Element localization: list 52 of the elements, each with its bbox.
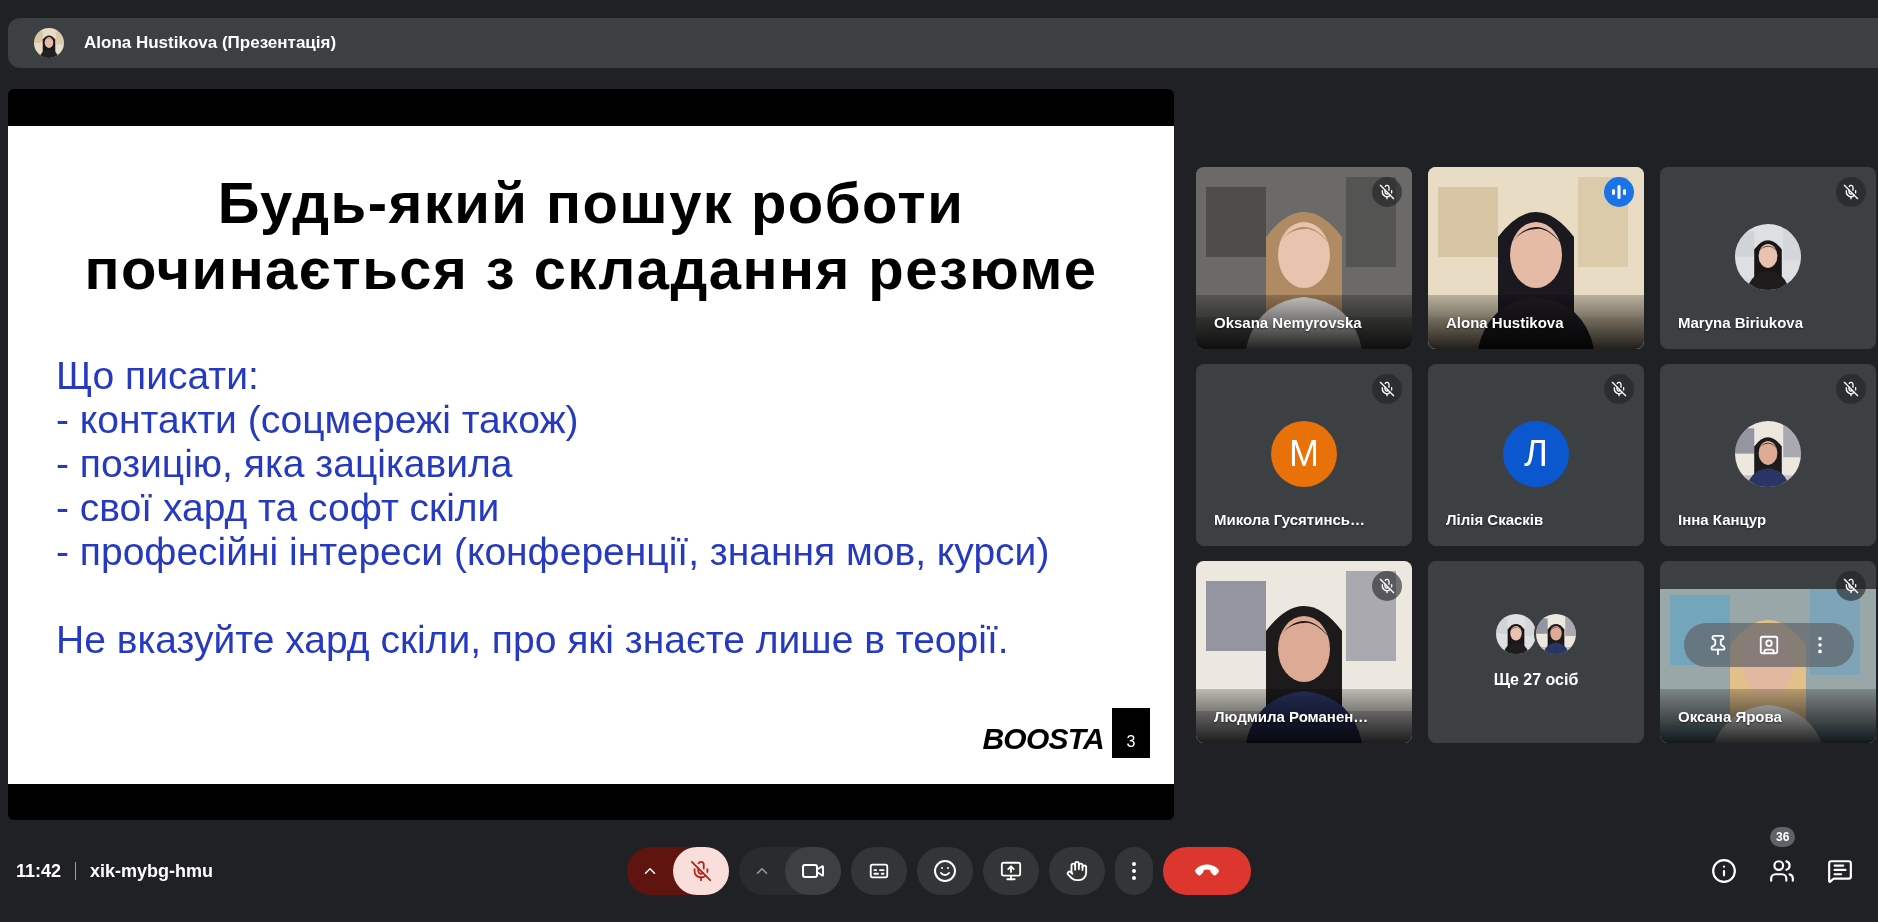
participant-name: Лілія Скасків: [1446, 510, 1544, 530]
participant-tile[interactable]: М Микола Гусятинсь…: [1196, 363, 1412, 546]
reactions-button[interactable]: [917, 847, 973, 895]
present-button[interactable]: [983, 847, 1039, 895]
chat-icon: [1827, 858, 1853, 884]
logo-text: BOOSTA: [982, 723, 1104, 754]
slide-text-line: - свої хард та софт скіли: [56, 485, 501, 530]
participant-tile[interactable]: Оксана Ярова: [1660, 560, 1876, 743]
more-options-button[interactable]: [1115, 847, 1153, 895]
participant-tile[interactable]: Л Лілія Скасків: [1428, 363, 1644, 546]
avatar-initial: Л: [1503, 420, 1569, 487]
more-icon: [1132, 862, 1136, 880]
raise-hand-button[interactable]: [1049, 847, 1105, 895]
captions-button[interactable]: [851, 847, 907, 895]
meeting-time: 11:42: [16, 859, 62, 883]
participant-name: Oksana Nemyrovska: [1214, 313, 1362, 333]
presenter-title: Alona Hustikova (Презентація): [84, 32, 337, 55]
participant-name: Людмила Романен…: [1214, 707, 1369, 727]
participant-name: Maryna Biriukova: [1678, 313, 1804, 333]
mic-off-icon: [690, 860, 712, 882]
participant-name: Інна Канцур: [1678, 510, 1767, 530]
slide-text-line: - контакти (соцмережі також): [56, 397, 580, 442]
slide-text-line: - професійні інтереси (конференції, знання мов, курси): [56, 529, 1051, 574]
smiley-icon: [933, 859, 957, 883]
slide-heading: Будь-який пошук роботи: [217, 169, 965, 236]
participant-name: Оксана Ярова: [1678, 707, 1782, 727]
participant-name: Alona Hustikova: [1446, 313, 1564, 333]
person-frame-icon[interactable]: [1758, 633, 1780, 656]
slide-text-line: Що писати:: [56, 353, 260, 398]
more-participants-tile[interactable]: Ще 27 осіб: [1428, 560, 1644, 743]
info-icon: [1711, 858, 1737, 884]
microphone-button[interactable]: [673, 847, 729, 895]
slide-text-line: - позицію, яка зацікавила: [56, 441, 514, 486]
participant-tile[interactable]: Alona Hustikova: [1428, 166, 1644, 349]
meeting-code: xik-mybg-hmu: [90, 859, 214, 883]
participant-tile[interactable]: Людмила Романен…: [1196, 560, 1412, 743]
more-participants-label: Ще 27 осіб: [1493, 669, 1579, 690]
participant-name: Микола Гусятинсь…: [1214, 510, 1366, 530]
people-icon: [1769, 858, 1795, 884]
present-screen-icon: [1000, 860, 1022, 882]
slide-heading: починається з складання резюме: [84, 235, 1098, 302]
avatar-initial: М: [1271, 420, 1337, 487]
participant-tile[interactable]: Maryna Biriukova: [1660, 166, 1876, 349]
participant-tile[interactable]: Oksana Nemyrovska: [1196, 166, 1412, 349]
camera-button[interactable]: [785, 847, 841, 895]
slide-note: Не вказуйте хард скіли, про які знаєте лише в теорії.: [56, 617, 1010, 662]
participant-count-badge: 36: [1770, 827, 1796, 847]
logo-badge: 3: [1112, 707, 1150, 758]
speaking-indicator-icon: [1604, 176, 1634, 207]
hand-icon: [1066, 860, 1088, 882]
leave-call-button[interactable]: [1163, 847, 1251, 895]
participant-tile[interactable]: Інна Канцур: [1660, 363, 1876, 546]
